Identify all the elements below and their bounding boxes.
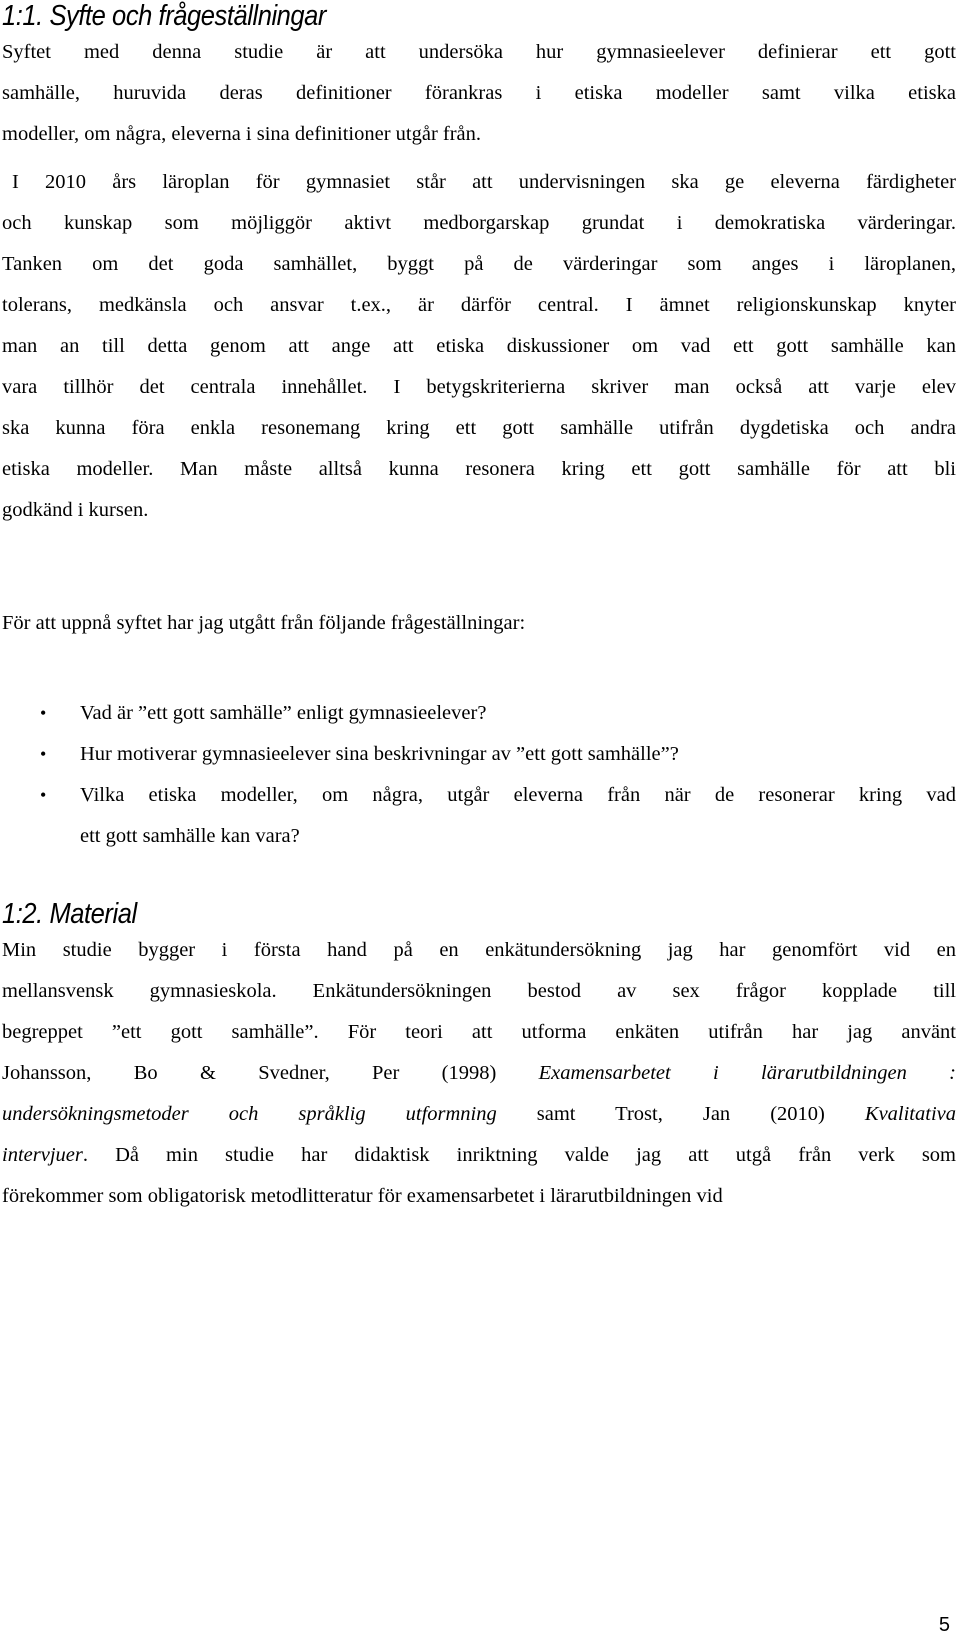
text-span: . Då min studie har didaktisk inriktning… [82, 1144, 956, 1166]
question-text: Vad är ”ett gott samhälle” enligt gymnas… [80, 702, 487, 724]
research-questions-list: • Vad är ”ett gott samhälle” enligt gymn… [0, 693, 960, 857]
text-line: modeller, om några, eleverna i sina defi… [2, 123, 482, 145]
text-line: intervjuer. Då min studie har didaktisk … [2, 1135, 956, 1176]
question-text: Hur motiverar gymnasieelever sina beskri… [80, 743, 679, 765]
document-page: 1:1. Syfte och frågeställningar Syftet m… [0, 0, 960, 1648]
text-line: godkänd i kursen. [2, 499, 149, 521]
bullet-icon: • [40, 703, 47, 723]
curriculum-paragraph: I 2010 års läroplan för gymnasiet står a… [2, 162, 956, 531]
text-line: förekommer som obligatorisk metodlittera… [2, 1185, 723, 1207]
bullet-icon: • [40, 744, 47, 764]
citation-title: undersökningsmetoder och språklig utform… [2, 1103, 497, 1125]
citation-title: intervjuer [2, 1144, 83, 1166]
text-line: I 2010 års läroplan för gymnasiet står a… [12, 171, 956, 193]
text-line: Min studie bygger i första hand på en en… [2, 939, 956, 961]
text-line: man an till detta genom att ange att eti… [2, 335, 956, 357]
citation-author: Johansson, Bo & Svedner, Per (1998) [2, 1062, 539, 1084]
text-line: Syftet med denna studie är att undersöka… [2, 41, 956, 63]
list-item: • Vilka etiska modeller, om några, utgår… [0, 775, 956, 857]
questions-intro: För att uppnå syftet har jag utgått från… [2, 612, 526, 634]
text-line: Johansson, Bo & Svedner, Per (1998) Exam… [2, 1053, 956, 1094]
text-line: etiska modeller. Man måste alltså kunna … [2, 458, 956, 480]
text-line: ska kunna föra enkla resonemang kring et… [2, 417, 956, 439]
section-heading-material: 1:2. Material [2, 898, 137, 930]
citation-author: samt Trost, Jan (2010) [496, 1103, 865, 1125]
page-number: 5 [938, 1614, 950, 1636]
text-line: och kunskap som möjliggör aktivt medborg… [2, 212, 956, 234]
citation-title: Kvalitativa [864, 1103, 956, 1125]
list-item: • Hur motiverar gymnasieelever sina besk… [0, 734, 956, 775]
text-line: Tanken om det goda samhället, byggt på d… [2, 253, 956, 275]
text-line: samhälle, huruvida deras definitioner fö… [2, 82, 956, 104]
section-heading-syfte: 1:1. Syfte och frågeställningar [2, 0, 326, 32]
text-line: tolerans, medkänsla och ansvar t.ex., är… [2, 294, 956, 316]
bullet-icon: • [40, 785, 47, 805]
purpose-paragraph: Syftet med denna studie är att undersöka… [2, 32, 956, 155]
text-line: vara tillhör det centrala innehållet. I … [2, 376, 956, 398]
text-line: begreppet ”ett gott samhälle”. För teori… [2, 1021, 956, 1043]
list-item: • Vad är ”ett gott samhälle” enligt gymn… [0, 693, 956, 734]
material-paragraph: Min studie bygger i första hand på en en… [2, 930, 956, 1217]
text-line: undersökningsmetoder och språklig utform… [2, 1094, 956, 1135]
question-text: Vilka etiska modeller, om några, utgår e… [80, 784, 956, 806]
citation-title: Examensarbetet i lärarutbildningen : [538, 1062, 956, 1084]
question-text-continued: ett gott samhälle kan vara? [80, 825, 300, 847]
text-line: mellansvensk gymnasieskola. Enkätundersö… [2, 980, 956, 1002]
